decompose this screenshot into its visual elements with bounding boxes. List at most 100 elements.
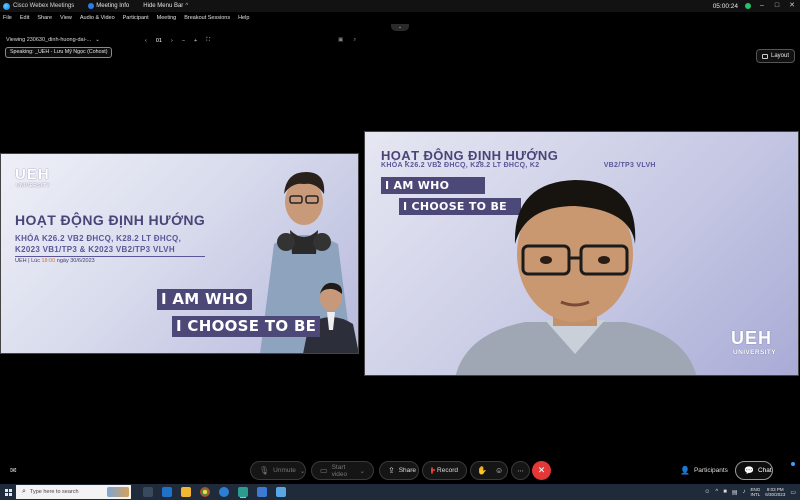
share-button[interactable]: ⇪ Share [379, 461, 419, 480]
slide-date-prefix: UEH | Lúc [15, 258, 40, 264]
chevron-down-icon: ⌄ [95, 37, 100, 43]
page-navigator: ‹ 01 › − + ⛶ [145, 37, 210, 44]
share-label: Share [398, 467, 417, 474]
slide-teacher-photo [303, 282, 358, 353]
menu-meeting[interactable]: Meeting [157, 15, 177, 21]
volume-icon[interactable]: ♪ [743, 489, 746, 495]
meeting-timer: 05:00:24 [712, 2, 738, 10]
start-video-button[interactable]: ▭ Start video ⌄ [311, 461, 374, 480]
slide-subtitle-line1: KHÓA K26.2 VB2 ĐHCQ, K28.2 LT ĐHCQ, [15, 234, 182, 243]
app-icon-2[interactable] [257, 487, 267, 497]
record-icon [431, 467, 436, 474]
participants-icon: 👤 [680, 465, 690, 475]
reactions-group: ✋ ☺ [470, 461, 508, 480]
view-options-icon[interactable]: ▣ [338, 37, 343, 44]
hide-menu-bar-button[interactable]: Hide Menu Bar ^ [143, 3, 188, 9]
meeting-controls: ✉ 🎙 Unmute ⌄ ▭ Start video ⌄ ⇪ Share Rec… [0, 458, 800, 484]
connection-status-icon[interactable] [745, 3, 751, 9]
slide-subtitle-line2: K2023 VB1/TP3 & K2023 VB2/TP3 VLVH [15, 245, 175, 254]
system-tray: ☺ ^ ■ ▤ ♪ ENG INTL 9:03 PM 6/30/2023 ▭ [704, 484, 796, 500]
layout-label: Layout [770, 53, 789, 59]
start-button[interactable] [0, 484, 16, 500]
chat-button[interactable]: 💬 Chat [735, 461, 773, 480]
file-explorer-icon[interactable] [181, 487, 191, 497]
collapse-toolbar-button[interactable]: ⌄ [391, 24, 409, 31]
user-icon[interactable]: ☺ [704, 489, 710, 495]
more-options-button[interactable]: ⋯ [511, 461, 530, 480]
record-label: Record [437, 467, 458, 474]
leave-meeting-button[interactable]: ✕ [532, 461, 551, 480]
viewing-label: Viewing 230630_dinh-huong-dai-... [6, 37, 92, 43]
speaker-video[interactable]: HOẠT ĐỘNG ĐỊNH HƯỚNG KHÓA K26.2 VB2 ĐHCQ… [364, 131, 799, 376]
slide-banner-2: I CHOOSE TO BE [172, 316, 321, 337]
windows-taskbar: ⌕ Type here to search ☺ ^ ■ ▤ ♪ ENG INTL… [0, 484, 800, 500]
taskbar-clock[interactable]: 9:03 PM 6/30/2023 [765, 487, 785, 498]
meeting-info-button[interactable]: Meeting Info [88, 3, 129, 9]
language-indicator[interactable]: ENG INTL [751, 487, 761, 497]
menu-edit[interactable]: Edit [20, 15, 29, 21]
app-icon-1[interactable] [162, 487, 172, 497]
webex-app-icon[interactable]: ✉ [10, 466, 17, 475]
chrome-icon[interactable] [200, 487, 210, 497]
unmute-button[interactable]: 🎙 Unmute ⌄ [250, 461, 306, 480]
clock-date: 6/30/2023 [765, 492, 786, 497]
close-icon[interactable]: ✕ [788, 2, 796, 10]
task-view-icon[interactable] [143, 487, 153, 497]
slide-date-time: 18:00 [41, 258, 56, 264]
tray-app-icon[interactable]: ■ [723, 489, 727, 495]
app-name: Cisco Webex Meetings [13, 3, 75, 9]
search-placeholder: Type here to search [29, 489, 79, 495]
chat-label: Chat [757, 467, 772, 474]
menu-breakout-sessions[interactable]: Breakout Sessions [184, 15, 230, 21]
taskbar-search[interactable]: ⌕ Type here to search [16, 485, 131, 499]
slide-title: HOẠT ĐỘNG ĐỊNH HƯỚNG [15, 212, 206, 228]
slide-logo-sub: UNIVERSITY [16, 183, 51, 189]
chat-icon: 💬 [744, 465, 754, 475]
app-title: Cisco Webex Meetings [0, 2, 75, 10]
zoom-in-icon[interactable]: + [194, 38, 197, 44]
previous-page-icon[interactable]: ‹ [145, 38, 147, 44]
layout-button[interactable]: Layout [756, 49, 795, 63]
webex-logo-icon [3, 2, 10, 10]
next-page-icon[interactable]: › [171, 38, 173, 44]
maximize-icon[interactable]: □ [773, 2, 781, 10]
menu-audio-video[interactable]: Audio & Video [80, 15, 115, 21]
raise-hand-icon[interactable]: ✋ [477, 466, 487, 475]
fit-screen-icon[interactable]: ⛶ [206, 37, 210, 44]
layout-icon [761, 53, 768, 59]
slide-banner-1: I AM WHO [157, 289, 252, 310]
page-number[interactable]: 01 [156, 38, 162, 44]
participants-button[interactable]: 👤 Participants [672, 461, 736, 480]
record-button[interactable]: Record [422, 461, 467, 480]
slide-subtitle: KHÓA K26.2 VB2 ĐHCQ, K28.2 LT ĐHCQ, K202… [15, 233, 215, 255]
lang-bottom: INTL [750, 492, 761, 497]
menu-file[interactable]: File [3, 15, 12, 21]
menu-help[interactable]: Help [238, 15, 249, 21]
menu-participant[interactable]: Participant [123, 15, 149, 21]
viewing-dropdown[interactable]: Viewing 230630_dinh-huong-dai-... ⌄ [6, 37, 100, 43]
cam-bg-logo-sub: UNIVERSITY [733, 349, 777, 356]
cam-bg-logo: UEH [731, 328, 773, 348]
microphone-muted-icon: 🎙 [259, 465, 270, 475]
webex-taskbar-icon[interactable] [238, 487, 248, 497]
hide-menu-label: Hide Menu Bar [143, 3, 184, 9]
speaking-indicator: Speaking: _UEH - Lưu Mỹ Ngọc (Cohost) [5, 47, 113, 58]
notification-dot [791, 462, 795, 466]
shared-content-slide[interactable]: UEH UNIVERSITY HOẠT ĐỘNG ĐỊNH HƯỚNG KHÓA… [0, 153, 359, 354]
menu-view[interactable]: View [60, 15, 72, 21]
speaker-avatar [455, 180, 697, 375]
menu-share[interactable]: Share [37, 15, 52, 21]
zoom-out-icon[interactable]: − [182, 38, 185, 44]
more-icon: ⋯ [517, 467, 524, 475]
edge-icon[interactable] [219, 487, 229, 497]
unmute-label: Unmute [273, 467, 296, 474]
app-icon-3[interactable] [276, 487, 286, 497]
chevron-up-icon[interactable]: ^ [715, 489, 718, 495]
minimize-icon[interactable]: – [758, 2, 766, 10]
notifications-icon[interactable]: ▭ [790, 489, 796, 496]
search-icon[interactable]: ⌕ [353, 37, 356, 44]
slide-date: UEH | Lúc 18:00 ngày 30/6/2023 [15, 258, 95, 264]
title-bar: Cisco Webex Meetings Meeting Info Hide M… [0, 0, 800, 12]
emoji-reaction-icon[interactable]: ☺ [495, 466, 503, 475]
network-icon[interactable]: ▤ [732, 489, 738, 496]
